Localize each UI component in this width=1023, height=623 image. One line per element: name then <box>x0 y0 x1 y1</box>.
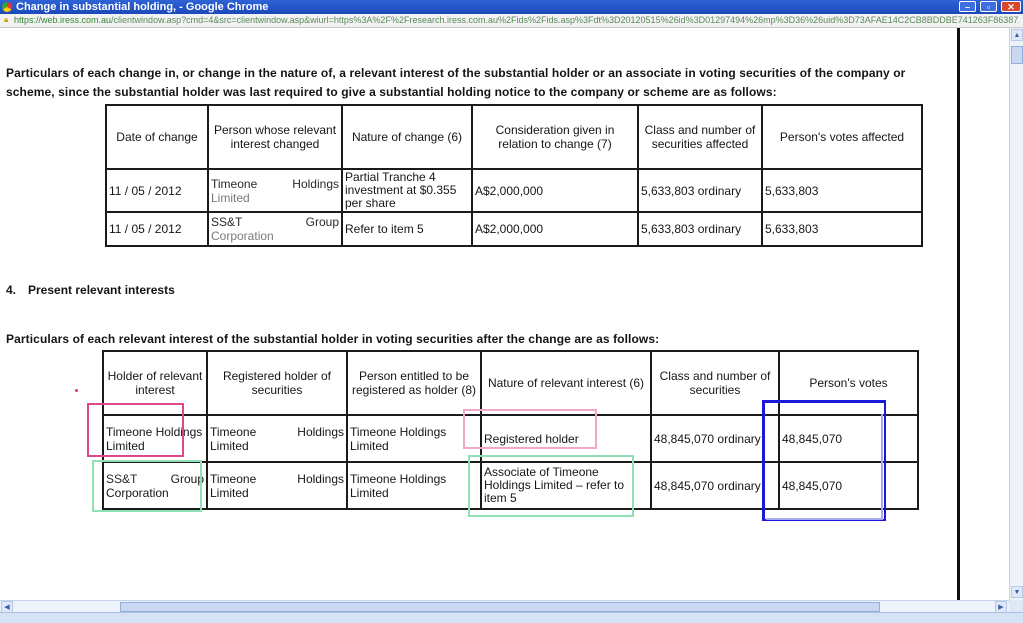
horizontal-scroll-thumb[interactable] <box>120 602 880 612</box>
url-domain: https://web.iress.com.au <box>14 15 112 25</box>
taskbar-strip <box>0 612 1023 623</box>
maximize-button[interactable]: ▫ <box>980 1 997 12</box>
class-cell: 5,633,803 ordinary <box>637 211 763 247</box>
holder-cell: Timeone Holdings Limited <box>102 414 208 463</box>
holder-word: Corporation <box>106 485 169 500</box>
section-title: Present relevant interests <box>28 283 175 297</box>
scroll-up-arrow-icon[interactable]: ▲ <box>1011 29 1023 41</box>
person-cell: SS&T Group Corporation <box>207 211 343 247</box>
registered-word: Limited <box>210 438 249 453</box>
vertical-scrollbar[interactable]: ▲ ▼ <box>1009 28 1023 600</box>
column-header: Person entitled to be registered as hold… <box>346 350 482 416</box>
holder-cell: SS&T Group Corporation <box>102 461 208 510</box>
table-header-row: Date of change Person whose relevant int… <box>105 104 923 170</box>
column-header: Holder of relevant interest <box>102 350 208 416</box>
section-number: 4. <box>6 283 17 297</box>
table-row: SS&T Group Corporation Timeone Holdings Li… <box>102 461 919 510</box>
column-header: Nature of relevant interest (6) <box>480 350 652 416</box>
class-cell: 48,845,070 ordinary <box>650 414 780 463</box>
relevant-interests-table: Holder of relevant interest Registered h… <box>102 350 919 510</box>
nature-cell: Registered holder <box>480 414 652 463</box>
nature-cell: Refer to item 5 <box>341 211 473 247</box>
table-header-row: Holder of relevant interest Registered h… <box>102 350 919 416</box>
column-header: Person whose relevant interest changed <box>207 104 343 170</box>
person-word: Limited <box>211 190 250 205</box>
scroll-down-arrow-icon[interactable]: ▼ <box>1011 586 1023 598</box>
class-cell: 48,845,070 ordinary <box>650 461 780 510</box>
registered-holder-cell: Timeone Holdings Limited <box>206 414 348 463</box>
column-header: Class and number of securities affected <box>637 104 763 170</box>
relevant-interest-paragraph: Particulars of each relevant interest of… <box>6 332 660 346</box>
column-header: Person's votes affected <box>761 104 923 170</box>
changes-table: Date of change Person whose relevant int… <box>105 104 923 247</box>
address-bar[interactable]: 🔒︎ https://web.iress.com.au/clientwindow… <box>0 14 1023 28</box>
person-word: Timeone <box>211 176 258 191</box>
column-header: Date of change <box>105 104 209 170</box>
table-row: 11 / 05 / 2012 SS&T Group Corporation Ref… <box>105 211 923 247</box>
registered-word: Timeone <box>210 471 257 486</box>
holder-word: Group <box>170 471 204 486</box>
minimize-button[interactable]: – <box>959 1 976 12</box>
column-header: Consideration given in relation to chang… <box>471 104 639 170</box>
url-path: /clientwindow.asp?cmd=4&src=clientwindow… <box>111 15 1019 25</box>
registered-word: Timeone <box>210 424 257 439</box>
document-view: Particulars of each change in, or change… <box>0 28 1009 600</box>
section-heading: 4. Present relevant interests <box>6 283 175 297</box>
page-edge-line <box>957 28 960 600</box>
nature-cell: Associate of Timeone Holdings Limited – … <box>480 461 652 510</box>
votes-cell: 5,633,803 <box>761 211 923 247</box>
person-cell: Timeone Holdings Limited <box>207 168 343 213</box>
column-header: Nature of change (6) <box>341 104 473 170</box>
chrome-icon <box>2 2 12 12</box>
registered-holder-cell: Timeone Holdings Limited <box>206 461 348 510</box>
holder-word: SS&T <box>106 471 138 486</box>
consideration-cell: A$2,000,000 <box>471 168 639 213</box>
window-title: Change in substantial holding, - Google … <box>16 1 269 13</box>
url-text[interactable]: https://web.iress.com.au/clientwindow.as… <box>14 15 1019 26</box>
stray-mark <box>75 389 78 392</box>
registered-word: Holdings <box>297 471 344 486</box>
table-row: Timeone Holdings Limited Timeone Holdings… <box>102 414 919 463</box>
date-cell: 11 / 05 / 2012 <box>105 211 209 247</box>
table-row: 11 / 05 / 2012 Timeone Holdings Limited P… <box>105 168 923 213</box>
person-word: Group <box>305 215 339 229</box>
votes-cell: 48,845,070 <box>778 461 919 510</box>
title-bar: Change in substantial holding, - Google … <box>0 0 1023 14</box>
column-header: Class and number of securities <box>650 350 780 416</box>
close-button[interactable]: ✕ <box>1001 1 1021 12</box>
change-particulars-paragraph: Particulars of each change in, or change… <box>6 66 906 99</box>
consideration-cell: A$2,000,000 <box>471 211 639 247</box>
votes-cell: 48,845,070 <box>778 414 919 463</box>
nature-cell: Partial Tranche 4 investment at $0.355 p… <box>341 168 473 213</box>
registered-word: Limited <box>210 485 249 500</box>
person-word: SS&T <box>211 215 243 229</box>
date-cell: 11 / 05 / 2012 <box>105 168 209 213</box>
entitled-cell: Timeone Holdings Limited <box>346 461 482 510</box>
lock-icon: 🔒︎ <box>4 15 9 24</box>
column-header: Person's votes <box>778 350 919 416</box>
person-word: Holdings <box>292 176 339 191</box>
entitled-cell: Timeone Holdings Limited <box>346 414 482 463</box>
votes-cell: 5,633,803 <box>761 168 923 213</box>
person-word: Corporation <box>211 229 274 243</box>
class-cell: 5,633,803 ordinary <box>637 168 763 213</box>
column-header: Registered holder of securities <box>206 350 348 416</box>
scrollbar-corner <box>1009 600 1023 612</box>
registered-word: Holdings <box>297 424 344 439</box>
vertical-scroll-thumb[interactable] <box>1011 46 1023 64</box>
